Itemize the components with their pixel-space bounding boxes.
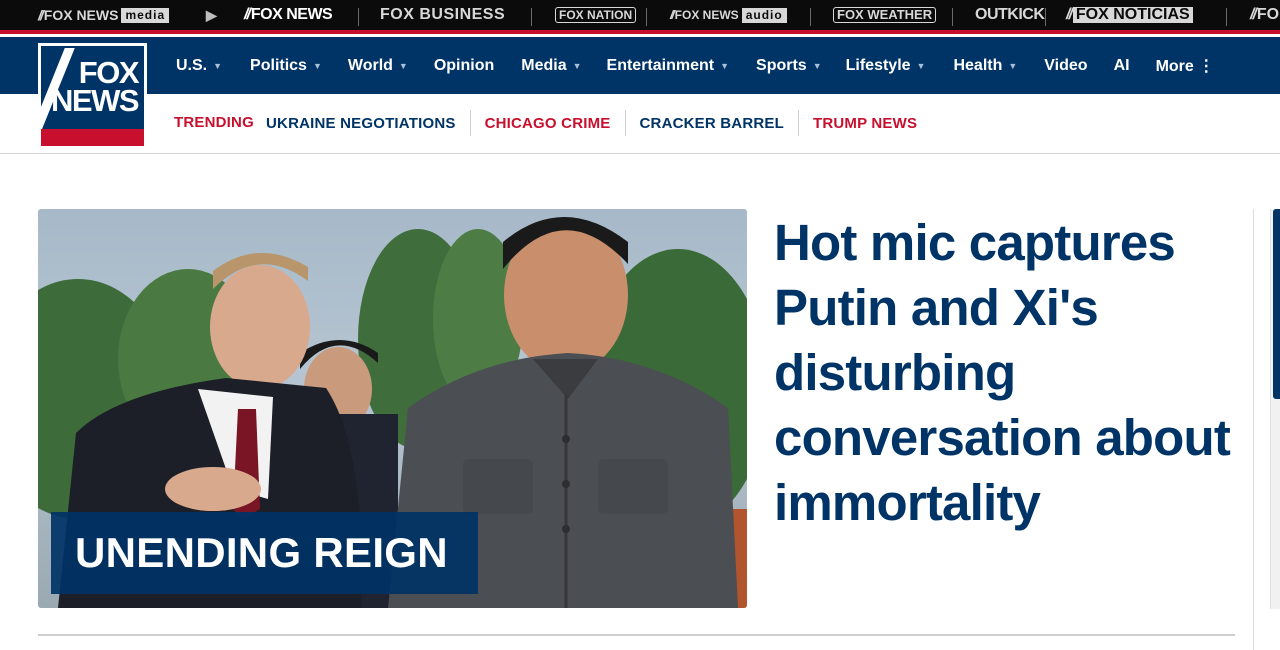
nav-item-label: U.S.	[176, 56, 208, 74]
network-divider	[1226, 8, 1227, 26]
network-link-label: FOX BUSINESS	[380, 6, 506, 23]
fox-slash-icon: //	[670, 8, 674, 22]
nav-item-ai[interactable]: AI	[1114, 57, 1130, 75]
nav-item-label: Entertainment	[606, 56, 715, 74]
fox-news-logo[interactable]: FOX NEWS	[38, 43, 147, 149]
network-bar: //FOX NEWS media ▶ //FOX NEWS FOX BUSINES…	[0, 0, 1280, 34]
right-rail-tab[interactable]	[1273, 209, 1280, 399]
nav-item-u-s[interactable]: U.S. ▼	[176, 57, 222, 75]
main-nav: U.S. ▼ Politics ▼ World ▼ Opinion Media ▼ Enterta…	[0, 37, 1280, 94]
network-link-box: audio	[741, 7, 787, 23]
nav-item-label: Politics	[250, 56, 307, 74]
nav-item-world[interactable]: World ▼	[348, 57, 408, 75]
kicker-text: UNENDING REIGN	[75, 529, 448, 576]
fox-slash-icon: //	[244, 6, 251, 23]
network-link-label: FO	[1256, 6, 1280, 23]
fox-slash-icon: //	[38, 7, 44, 23]
nav-list: U.S. ▼ Politics ▼ World ▼ Opinion Media ▼ Enterta…	[176, 37, 1214, 94]
network-link-label: FOX NEWS	[43, 7, 119, 23]
chevron-down-icon: ▼	[916, 60, 926, 71]
network-link-label: FOX NOTICIAS	[1072, 7, 1193, 23]
fox-slash-icon: //	[1250, 6, 1257, 23]
nav-item-label: Opinion	[433, 56, 495, 74]
logo-mark: FOX NEWS	[41, 46, 144, 146]
trending-link-chicago-crime[interactable]: CHICAGO CRIME	[485, 115, 611, 132]
network-link-label: OUTKICK	[975, 6, 1045, 23]
network-link-truncated[interactable]: //FO	[1250, 5, 1279, 25]
nav-item-label: World	[347, 56, 393, 74]
network-divider	[810, 8, 811, 26]
network-link-label: FOX NEWS	[674, 8, 739, 22]
network-divider	[952, 8, 953, 26]
chevron-down-icon: ▼	[213, 60, 223, 71]
network-link-fox-news-media[interactable]: //FOX NEWS media	[38, 5, 170, 25]
chevron-down-icon: ▼	[398, 60, 408, 71]
trending-link-ukraine-negotiations[interactable]: UKRAINE NEGOTIATIONS	[266, 115, 456, 132]
network-link-box: media	[121, 7, 170, 23]
network-link-label: FOX NEWS	[250, 6, 333, 23]
nav-item-label: More ⋮	[1155, 57, 1215, 75]
logo-line-news: NEWS	[51, 83, 140, 118]
hero-image[interactable]: UNENDING REIGN	[38, 209, 747, 608]
network-link-label: FOX NATION	[555, 7, 637, 23]
nav-item-media[interactable]: Media ▼	[521, 57, 581, 75]
hero-headline[interactable]: Hot mic captures Putin and Xi's disturbi…	[774, 210, 1244, 535]
nav-item-label: Health	[953, 56, 1003, 74]
nav-item-health[interactable]: Health ▼	[953, 57, 1017, 75]
nav-item-label: Lifestyle	[845, 56, 911, 74]
chevron-down-icon: ▼	[812, 60, 822, 71]
network-link-fox-nation[interactable]: FOX NATION	[555, 5, 637, 25]
play-glyph: ▶	[206, 6, 217, 23]
logo-red-band	[41, 129, 144, 146]
network-link-label: FOX WEATHER	[833, 7, 937, 23]
nav-item-opinion[interactable]: Opinion	[434, 57, 494, 75]
play-icon[interactable]: ▶	[206, 5, 217, 25]
chevron-down-icon: ▼	[572, 60, 582, 71]
network-link-fox-noticias[interactable]: //FOX NOTICIAS	[1066, 5, 1193, 25]
right-rail-divider	[1253, 209, 1254, 650]
network-link-outkick[interactable]: OUTKICK	[975, 5, 1045, 25]
chevron-down-icon: ▼	[1008, 60, 1018, 71]
network-link-fox-business[interactable]: FOX BUSINESS	[380, 5, 505, 25]
nav-item-label: AI	[1113, 56, 1130, 74]
chevron-down-icon: ▼	[720, 60, 730, 71]
chevron-down-icon: ▼	[312, 60, 322, 71]
nav-item-sports[interactable]: Sports ▼	[756, 57, 822, 75]
trending-divider	[624, 110, 626, 136]
trending-label: TRENDING	[174, 114, 254, 131]
logo-wordmark: FOX NEWS	[41, 57, 144, 118]
nav-item-label: Video	[1044, 56, 1088, 74]
nav-item-video[interactable]: Video	[1044, 57, 1087, 75]
section-divider	[38, 634, 1235, 636]
kicker-badge: UNENDING REIGN	[51, 512, 478, 594]
trending-link-cracker-barrel[interactable]: CRACKER BARREL	[640, 115, 784, 132]
nav-item-politics[interactable]: Politics ▼	[250, 57, 322, 75]
fox-slash-icon: //	[1066, 6, 1073, 23]
right-rail-edge	[1270, 209, 1280, 609]
trending-link-trump-news[interactable]: TRUMP NEWS	[813, 115, 917, 132]
network-link-fox-news-audio[interactable]: //FOX NEWS audio	[670, 5, 787, 25]
nav-item-label: Sports	[756, 56, 807, 74]
network-link-fox-weather[interactable]: FOX WEATHER	[833, 5, 937, 25]
network-divider	[531, 8, 532, 26]
nav-item-label: Media	[521, 56, 567, 74]
network-divider	[646, 8, 647, 26]
trending-divider	[797, 110, 799, 136]
nav-item-more[interactable]: More ⋮	[1156, 56, 1215, 76]
network-divider	[1045, 8, 1046, 26]
trending-list: UKRAINE NEGOTIATIONS CHICAGO CRIME CRACKER…	[266, 108, 917, 138]
network-bar-red-rule	[0, 30, 1280, 34]
network-divider	[358, 8, 359, 26]
trending-divider	[469, 110, 471, 136]
trending-bar: TRENDING UKRAINE NEGOTIATIONS CHICAGO CRI…	[0, 94, 1280, 154]
network-link-fox-news[interactable]: //FOX NEWS	[244, 5, 333, 25]
nav-item-lifestyle[interactable]: Lifestyle ▼	[846, 57, 926, 75]
nav-item-entertainment[interactable]: Entertainment ▼	[607, 57, 730, 75]
